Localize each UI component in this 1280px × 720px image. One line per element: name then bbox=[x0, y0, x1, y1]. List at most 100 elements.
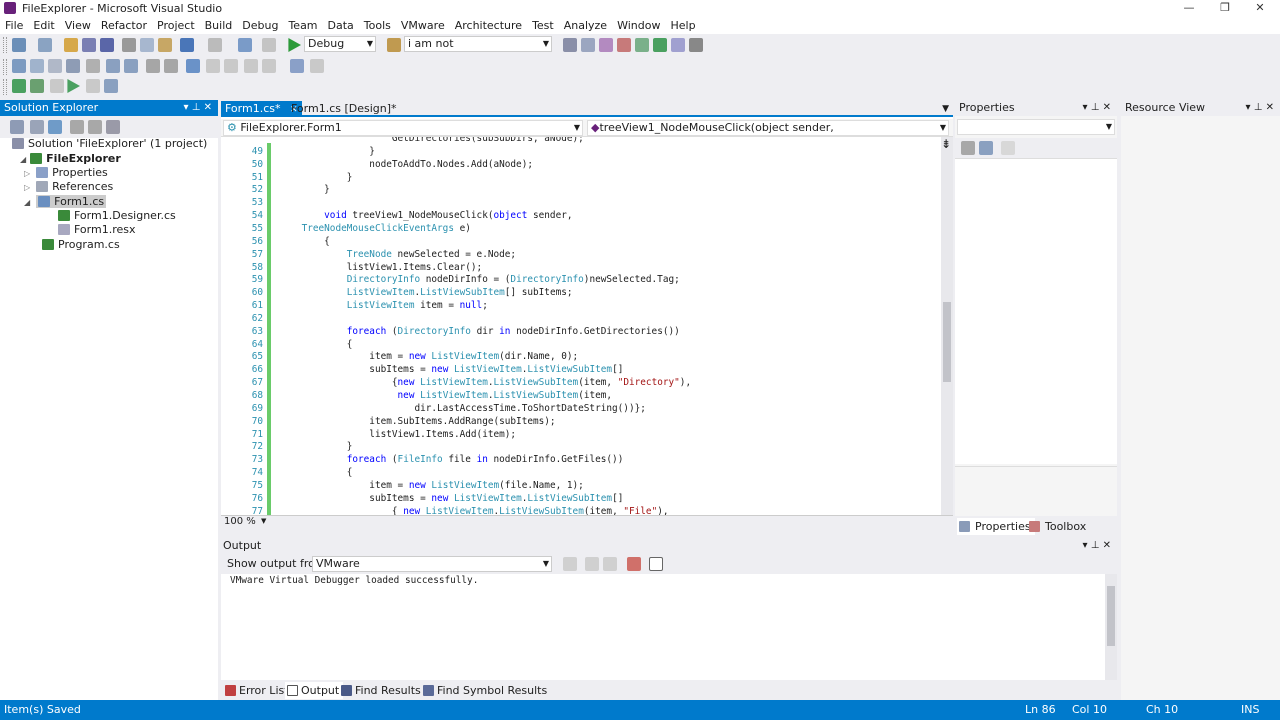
object-browser-icon[interactable] bbox=[599, 38, 613, 52]
tree-project[interactable]: ◢ FileExplorer bbox=[20, 152, 121, 167]
menu-project[interactable]: Project bbox=[152, 17, 200, 34]
navigate-forward-icon[interactable] bbox=[262, 38, 276, 52]
code-line[interactable]: 74 { bbox=[221, 466, 943, 479]
code-line[interactable]: 59 DirectoryInfo nodeDirInfo = (Director… bbox=[221, 273, 943, 286]
code-line[interactable]: 77 { new ListViewItem.ListViewSubItem(it… bbox=[221, 505, 943, 515]
members-dropdown[interactable]: ◆treeView1_NodeMouseClick(object sender,… bbox=[587, 120, 949, 148]
tab-find-symbol-results[interactable]: Find Symbol Results bbox=[421, 682, 551, 699]
tab-properties[interactable]: Properties bbox=[957, 518, 1035, 535]
next-message-icon[interactable] bbox=[603, 557, 617, 571]
thread-icon[interactable] bbox=[48, 59, 62, 73]
code-line[interactable]: 61 ListViewItem item = null; bbox=[221, 299, 943, 312]
categorized-icon[interactable] bbox=[961, 141, 975, 155]
tab-error-list[interactable]: Error List bbox=[223, 682, 293, 699]
code-line[interactable]: 63 foreach (DirectoryInfo dir in nodeDir… bbox=[221, 325, 943, 338]
undo-icon[interactable] bbox=[180, 38, 194, 52]
property-pages-icon[interactable] bbox=[1001, 141, 1015, 155]
code-line[interactable]: 64 { bbox=[221, 338, 943, 351]
panel-controls[interactable]: ▾ ⊥ ✕ bbox=[1083, 100, 1111, 116]
find-message-icon[interactable] bbox=[563, 557, 577, 571]
output-vertical-scrollbar[interactable] bbox=[1105, 574, 1117, 680]
menu-tools[interactable]: Tools bbox=[359, 17, 396, 34]
code-line[interactable]: 72 } bbox=[221, 440, 943, 453]
toolbar-grip[interactable] bbox=[3, 37, 7, 53]
code-line[interactable]: 62 bbox=[221, 312, 943, 325]
uncomment-icon[interactable] bbox=[164, 59, 178, 73]
menu-refactor[interactable]: Refactor bbox=[96, 17, 152, 34]
menu-view[interactable]: View bbox=[60, 17, 96, 34]
indent-icon[interactable] bbox=[106, 59, 120, 73]
alphabetical-icon[interactable] bbox=[979, 141, 993, 155]
start-page-icon[interactable] bbox=[653, 38, 667, 52]
test-view-icon[interactable] bbox=[104, 79, 118, 93]
expand-arrow-icon[interactable]: ▷ bbox=[24, 169, 30, 178]
next-bookmark-folder-icon[interactable] bbox=[262, 59, 276, 73]
solution-configuration-select[interactable]: Debug ▼ bbox=[304, 36, 376, 52]
menu-data[interactable]: Data bbox=[323, 17, 359, 34]
run-tests-icon[interactable] bbox=[12, 79, 26, 93]
tab-dropdown-icon[interactable]: ▼ bbox=[942, 101, 949, 117]
run-icon[interactable] bbox=[67, 79, 80, 93]
clear-bookmarks-icon[interactable] bbox=[310, 59, 324, 73]
view-designer-icon[interactable] bbox=[88, 120, 102, 134]
code-line[interactable]: 60 ListViewItem.ListViewSubItem[] subIte… bbox=[221, 286, 943, 299]
menu-help[interactable]: Help bbox=[665, 17, 700, 34]
bookmark-icon[interactable] bbox=[186, 59, 200, 73]
redo-icon[interactable] bbox=[208, 38, 222, 52]
panel-controls[interactable]: ▾ ⊥ ✕ bbox=[1246, 100, 1274, 116]
split-icon[interactable]: ⇟ bbox=[941, 138, 951, 150]
cut-icon[interactable] bbox=[122, 38, 136, 52]
test-results-icon[interactable] bbox=[86, 79, 100, 93]
panel-controls[interactable]: ▾ ⊥ ✕ bbox=[184, 100, 212, 116]
tree-form1[interactable]: ◢ Form1.cs bbox=[24, 195, 107, 210]
scroll-thumb[interactable] bbox=[943, 302, 951, 382]
copy-icon[interactable] bbox=[140, 38, 154, 52]
tab-output[interactable]: Output bbox=[285, 682, 344, 699]
menu-team[interactable]: Team bbox=[283, 17, 322, 34]
code-line[interactable]: 54 void treeView1_NodeMouseClick(object … bbox=[221, 209, 943, 222]
clear-all-icon[interactable] bbox=[627, 557, 641, 571]
code-line[interactable]: 76 subItems = new ListViewItem.ListViewS… bbox=[221, 492, 943, 505]
prev-message-icon[interactable] bbox=[585, 557, 599, 571]
code-line[interactable]: 53 bbox=[221, 196, 943, 209]
code-line[interactable]: 58 listView1.Items.Clear(); bbox=[221, 261, 943, 274]
find-in-files-icon[interactable] bbox=[387, 38, 401, 52]
save-icon[interactable] bbox=[82, 38, 96, 52]
menu-vmware[interactable]: VMware bbox=[396, 17, 450, 34]
save-all-icon[interactable] bbox=[100, 38, 114, 52]
zoom-level[interactable]: 100 % bbox=[224, 516, 256, 527]
toolbar-grip[interactable] bbox=[3, 79, 7, 95]
menu-debug[interactable]: Debug bbox=[237, 17, 283, 34]
code-line[interactable]: 68 new ListViewItem.ListViewSubItem(item… bbox=[221, 389, 943, 402]
tree-solution[interactable]: Solution 'FileExplorer' (1 project) bbox=[12, 137, 207, 151]
types-dropdown[interactable]: ⚙ FileExplorer.Form1 ▼ bbox=[223, 120, 583, 136]
stack-frame-icon[interactable] bbox=[66, 59, 80, 73]
panel-controls[interactable]: ▾ ⊥ ✕ bbox=[1083, 538, 1111, 554]
code-line[interactable]: 66 subItems = new ListViewItem.ListViewS… bbox=[221, 363, 943, 376]
code-line[interactable]: 56 { bbox=[221, 235, 943, 248]
find-combo[interactable]: i am not ▼ bbox=[404, 36, 552, 52]
menu-test[interactable]: Test bbox=[527, 17, 559, 34]
code-line[interactable]: 49 } bbox=[221, 145, 943, 158]
editor-vertical-scrollbar[interactable]: ⇟ bbox=[941, 137, 953, 515]
code-line[interactable]: 50 nodeToAddTo.Nodes.Add(aNode); bbox=[221, 158, 943, 171]
object-selector[interactable]: ▼ bbox=[957, 119, 1115, 135]
navigate-backward-icon[interactable] bbox=[238, 38, 252, 52]
tree-form1-resx[interactable]: Form1.resx bbox=[58, 223, 136, 237]
properties-icon[interactable] bbox=[10, 120, 24, 134]
open-file-icon[interactable] bbox=[64, 38, 78, 52]
show-all-files-icon[interactable] bbox=[30, 120, 44, 134]
menu-file[interactable]: File bbox=[0, 17, 28, 34]
start-debugging-icon[interactable] bbox=[288, 38, 301, 52]
code-line[interactable]: 71 listView1.Items.Add(item); bbox=[221, 428, 943, 441]
restore-button[interactable]: ❐ bbox=[1210, 0, 1240, 17]
tree-references[interactable]: ▷ References bbox=[24, 180, 113, 195]
team-explorer-icon[interactable] bbox=[635, 38, 649, 52]
code-line[interactable]: 67 {new ListViewItem.ListViewSubItem(ite… bbox=[221, 376, 943, 389]
tree-program[interactable]: Program.cs bbox=[42, 238, 120, 252]
prev-bookmark-folder-icon[interactable] bbox=[244, 59, 258, 73]
outdent-icon[interactable] bbox=[124, 59, 138, 73]
collapse-arrow-icon[interactable]: ◢ bbox=[24, 198, 30, 207]
code-line[interactable]: 69 dir.LastAccessTime.ToShortDateString(… bbox=[221, 402, 943, 415]
menu-edit[interactable]: Edit bbox=[28, 17, 59, 34]
